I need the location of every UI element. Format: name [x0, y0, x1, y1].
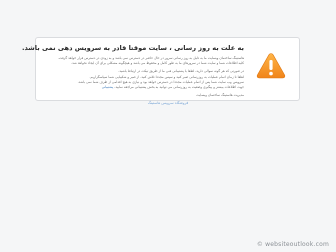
error-line: کلیه اطلاعات شما و سایت شما در سرورهای م… — [71, 61, 244, 66]
error-text: به علت به روز رسانی ، سایت موقتا قادر به… — [21, 44, 244, 98]
error-title: به علت به روز رسانی ، سایت موقتا قادر به… — [21, 44, 244, 52]
error-line: جهت اطلاعات بیشتر و پیگیری وضعیت به روزر… — [114, 85, 244, 90]
watermark: © websiteoutlook.com — [256, 241, 329, 248]
footer-link[interactable]: فروشگاه سرویس هاستینگ — [0, 101, 336, 105]
signature-line: مدیریت هاستینگ ساختمان وبسایت — [196, 93, 244, 98]
error-card: به علت به روز رسانی ، سایت موقتا قادر به… — [21, 37, 300, 101]
error-line-with-link: جهت اطلاعات بیشتر و پیگیری وضعیت به روزر… — [39, 85, 244, 90]
support-link[interactable]: پشتیبانی — [102, 85, 114, 89]
warning-triangle-icon — [256, 53, 286, 79]
